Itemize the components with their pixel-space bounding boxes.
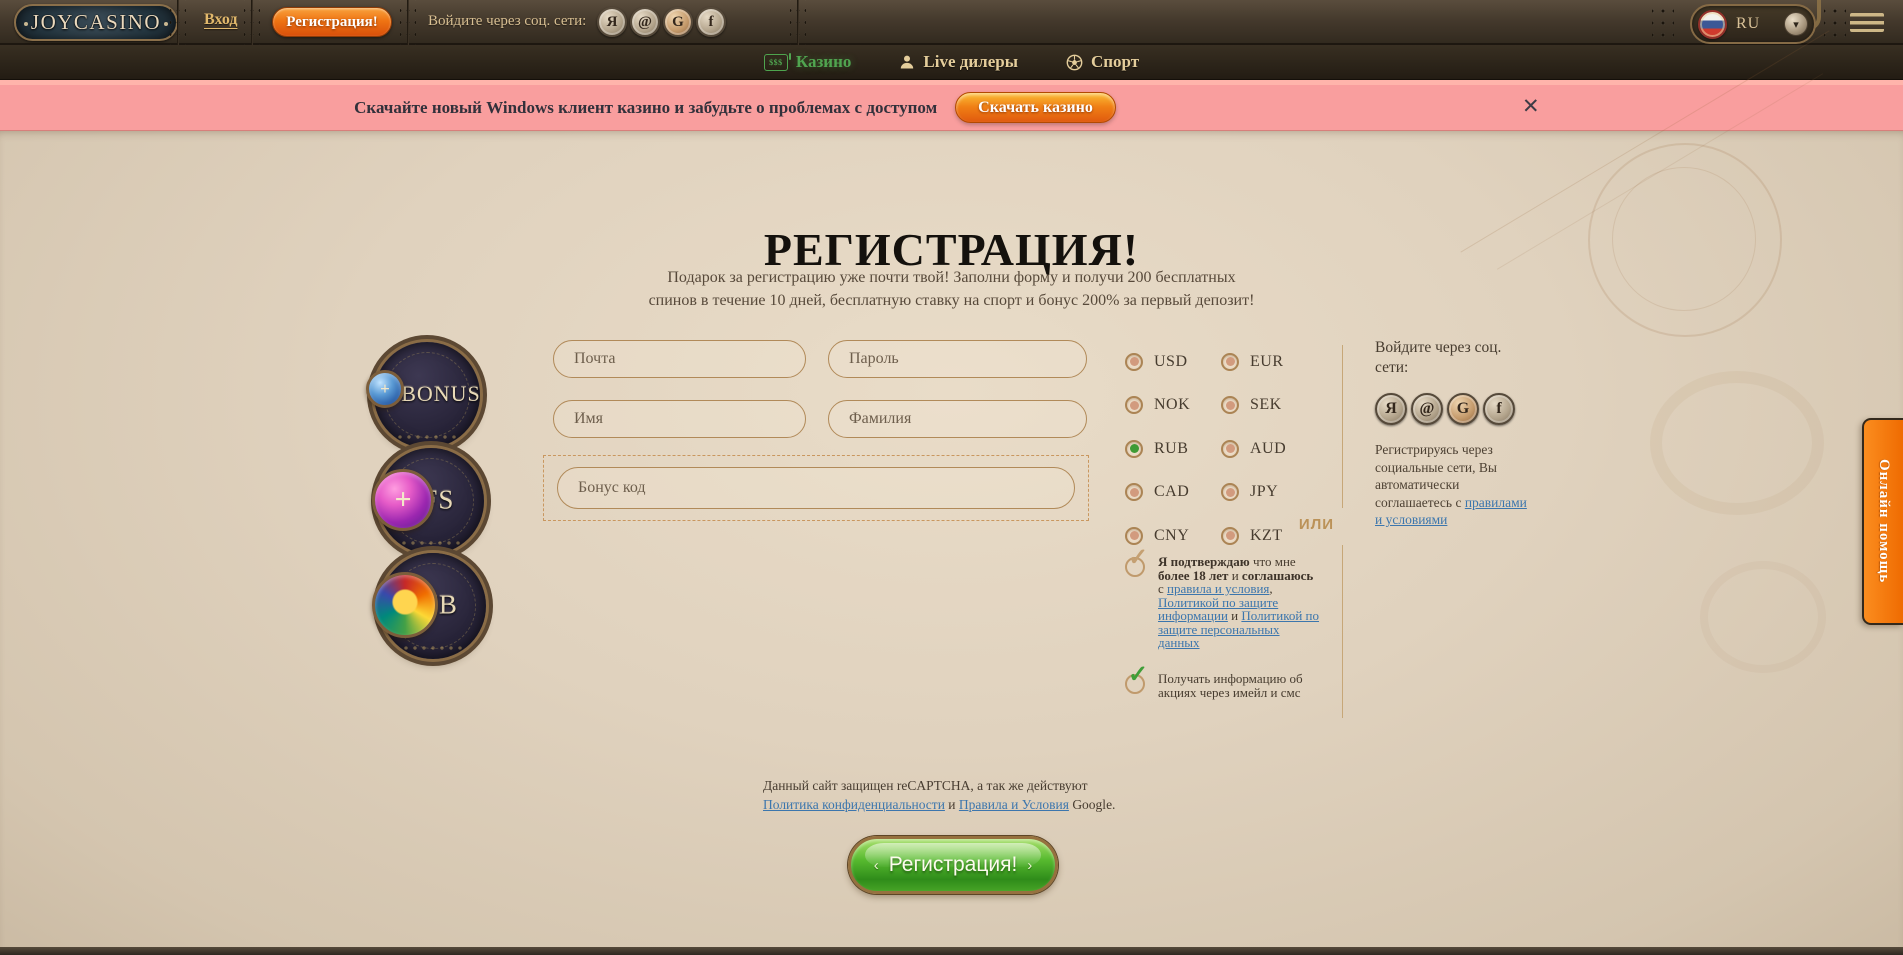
menu-icon[interactable] [1850, 13, 1884, 32]
nav-tab-sport[interactable]: Спорт [1066, 52, 1139, 72]
header-social-icons: Я @ G f [597, 7, 726, 37]
radio-icon [1221, 483, 1239, 501]
nav-tab-label: Казино [796, 52, 852, 72]
download-banner: Скачайте новый Windows клиент казино и з… [0, 80, 1903, 131]
radio-icon [1125, 396, 1143, 414]
social-login-icons: Я @ G f [1375, 393, 1529, 425]
currency-option-sek[interactable]: SEK [1221, 384, 1317, 428]
google-icon[interactable]: G [1447, 393, 1479, 425]
google-terms-link[interactable]: Правила и Условия [959, 797, 1069, 812]
language-code: RU [1736, 15, 1760, 33]
nav-tab-live-dealers[interactable]: Live дилеры [899, 52, 1018, 72]
radio-icon [1221, 396, 1239, 414]
currency-option-cad[interactable]: CAD [1125, 471, 1221, 515]
nav-tab-label: Спорт [1091, 52, 1139, 72]
stain-decoration [1650, 371, 1824, 515]
radio-icon [1221, 440, 1239, 458]
joycasino-registration-page: JOYCASINO Вход Регистрация! Войдите чере… [0, 0, 1903, 955]
promo-text: Получать информацию об акциях через имей… [1158, 672, 1322, 699]
russian-flag-icon [1698, 10, 1727, 39]
radio-icon [1125, 440, 1143, 458]
social-login-heading: Войдите через соц. сети: [1375, 338, 1529, 378]
recaptcha-note: Данный сайт защищен reCAPTCHA, а так же … [763, 776, 1143, 814]
radio-icon [1125, 483, 1143, 501]
yandex-icon[interactable]: Я [1375, 393, 1407, 425]
google-icon[interactable]: G [663, 7, 693, 37]
currency-option-eur[interactable]: EUR [1221, 340, 1317, 384]
radio-icon [1125, 353, 1143, 371]
close-icon[interactable]: ✕ [1522, 94, 1540, 119]
bonus-orb-icon: + [366, 370, 404, 408]
slot-machine-icon: $$$ [764, 54, 788, 71]
download-casino-button[interactable]: Скачать казино [955, 92, 1116, 123]
registration-section: РЕГИСТРАЦИЯ! Подарок за регистрацию уже … [0, 131, 1903, 947]
radio-icon [1221, 353, 1239, 371]
rivets [1824, 6, 1846, 40]
currency-option-rub[interactable]: RUB [1125, 427, 1221, 471]
social-login-note: Регистрируясь через социальные сети, Вы … [1375, 441, 1529, 529]
online-help-tab[interactable]: Онлайн помощь [1862, 418, 1903, 625]
facebook-icon[interactable]: f [1483, 393, 1515, 425]
subtitle-line: спинов в течение 10 дней, бесплатную ста… [0, 289, 1903, 312]
privacy-policy-link[interactable]: Политика конфиденциальности [763, 797, 945, 812]
freespins-orb-icon: + [372, 469, 434, 531]
page-subtitle: Подарок за регистрацию уже почти твой! З… [0, 266, 1903, 312]
currency-option-nok[interactable]: NOK [1125, 384, 1221, 428]
check-icon: ✓ [1128, 663, 1148, 687]
footer-strip [0, 947, 1903, 955]
chevron-down-icon[interactable]: ▾ [1784, 12, 1808, 36]
register-button[interactable]: Регистрация! [272, 7, 392, 37]
first-name-field[interactable] [553, 400, 806, 438]
terms-text: Я подтверждаю что мне более 18 лет и сог… [1158, 555, 1322, 650]
email-field[interactable] [553, 340, 806, 378]
check-icon: ✓ [1128, 546, 1148, 570]
subtitle-line: Подарок за регистрацию уже почти твой! З… [0, 266, 1903, 289]
stain-decoration [1700, 561, 1826, 673]
arrow-right-icon: › [1027, 857, 1032, 874]
login-link[interactable]: Вход [204, 11, 237, 29]
freespins-badge: FS + [378, 448, 484, 554]
last-name-field[interactable] [828, 400, 1087, 438]
nav-tab-label: Live дилеры [923, 52, 1018, 72]
submit-registration-button[interactable]: ‹ Регистрация! › [848, 836, 1058, 894]
panel-seam [170, 0, 186, 45]
panel-seam [790, 0, 806, 45]
dealer-icon [899, 54, 915, 70]
radio-icon [1221, 527, 1239, 545]
social-login-column: Войдите через соц. сети: Я @ G f Регистр… [1375, 338, 1529, 529]
logo-text: JOYCASINO [31, 10, 161, 35]
nav-tab-casino[interactable]: $$$ Казино [764, 52, 852, 72]
banner-text: Скачайте новый Windows клиент казино и з… [354, 98, 937, 118]
facebook-icon[interactable]: f [696, 7, 726, 37]
divider [1342, 345, 1343, 508]
language-selector[interactable]: RU ▾ [1690, 4, 1816, 44]
football-orb-icon [372, 572, 438, 638]
rivets [1652, 6, 1674, 40]
panel-seam [400, 0, 416, 45]
radio-icon [1125, 527, 1143, 545]
online-help-label: Онлайн помощь [1875, 459, 1892, 583]
mailru-icon[interactable]: @ [630, 7, 660, 37]
main-nav: $$$ Казино Live дилеры Спорт [0, 45, 1903, 80]
divider [1342, 545, 1343, 718]
soccer-ball-icon [1066, 54, 1083, 71]
password-field[interactable] [828, 340, 1087, 378]
header-social-prompt: Войдите через соц. сети: [428, 13, 586, 30]
or-label: ИЛИ [1288, 516, 1334, 533]
currency-option-jpy[interactable]: JPY [1221, 471, 1317, 515]
top-bar: JOYCASINO Вход Регистрация! Войдите чере… [0, 0, 1903, 45]
terms-checkbox-row[interactable]: ✓ Я подтверждаю что мне более 18 лет и с… [1125, 555, 1330, 650]
currency-option-usd[interactable]: USD [1125, 340, 1221, 384]
panel-seam [244, 0, 260, 45]
bonus-badge: BONUS + [374, 342, 480, 448]
yandex-icon[interactable]: Я [597, 7, 627, 37]
freebet-badge: FB [380, 553, 486, 659]
bonus-code-field[interactable] [557, 467, 1075, 509]
logo[interactable]: JOYCASINO [14, 4, 178, 41]
arrow-left-icon: ‹ [874, 857, 879, 874]
promo-checkbox-row[interactable]: ✓ Получать информацию об акциях через им… [1125, 672, 1330, 699]
currency-option-aud[interactable]: AUD [1221, 427, 1317, 471]
mailru-icon[interactable]: @ [1411, 393, 1443, 425]
